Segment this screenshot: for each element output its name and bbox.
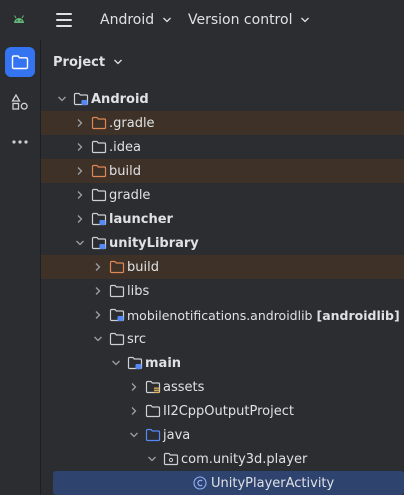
tool-window-strip [0,40,41,495]
tree-item-build[interactable]: build [41,159,404,183]
version-control-label: Version control [188,12,293,28]
tree-item-label: UnityPlayerActivity [211,475,335,491]
tree-item-assets[interactable]: assets [41,375,404,399]
tree-item-label: .idea [109,139,141,155]
module-folder-icon [91,236,107,250]
tree-item-package[interactable]: com.unity3d.player [41,447,404,471]
module-folder-icon [127,356,143,370]
chevron-right-icon[interactable] [75,142,85,152]
more-icon [12,140,28,144]
tree-item-label: unityLibrary [109,235,199,251]
tree-item-label: Android [91,91,149,107]
tree-item-gradle-cache[interactable]: .gradle [41,111,404,135]
tree-item-label: java [163,427,191,443]
folder-icon [109,332,125,346]
chevron-down-icon [301,17,310,23]
chevron-down-icon[interactable] [147,454,157,464]
panel-title: Project [53,54,106,70]
tree-item-main[interactable]: main [41,351,404,375]
more-tools-button[interactable] [5,127,35,157]
chevron-down-icon[interactable] [75,238,85,248]
project-selector-label: Android [100,12,155,28]
chevron-right-icon[interactable] [129,382,139,392]
tree-item-label: com.unity3d.player [181,451,308,467]
folder-icon [145,404,161,418]
folder-icon [91,188,107,202]
folder-icon [109,284,125,298]
tree-item-libs[interactable]: libs [41,279,404,303]
folder-icon [11,55,29,70]
project-tool-button[interactable] [5,47,35,77]
hamburger-line [56,19,72,21]
ide-window: Android Version control Project Android … [0,0,404,495]
chevron-down-icon[interactable] [111,358,121,368]
module-folder-icon [91,212,107,226]
android-logo-icon [14,15,24,23]
tree-item-il2cppoutputproject[interactable]: Il2CppOutputProject [41,399,404,423]
version-control-button[interactable]: Version control [188,10,310,30]
tree-item-launcher[interactable]: launcher [41,207,404,231]
class-icon [193,476,207,490]
tree-item-android[interactable]: Android [41,87,404,111]
tree-item-label: gradle [109,187,151,203]
chevron-down-icon[interactable] [129,430,139,440]
excluded-folder-icon [109,260,125,274]
tree-item-label: libs [127,283,150,299]
chevron-down-icon [114,59,123,65]
chevron-down-icon[interactable] [57,94,67,104]
excluded-folder-icon [91,116,107,130]
structure-tool-button[interactable] [5,87,35,117]
chevron-right-icon[interactable] [75,118,85,128]
chevron-right-icon[interactable] [93,310,103,320]
chevron-right-icon[interactable] [75,190,85,200]
source-folder-icon [145,428,161,442]
project-panel: Project Android .gradle .idea build grad… [41,40,404,495]
tree-item-label: mobilenotifications.androidlib [127,307,313,323]
tree-item-java[interactable]: java [41,423,404,447]
tree-item-src[interactable]: src [41,327,404,351]
hamburger-line [56,13,72,15]
tree-item-unityplayeractivity[interactable]: UnityPlayerActivity [53,471,404,495]
tree-item-unitylibrary-build[interactable]: build [41,255,404,279]
hamburger-line [56,25,72,27]
module-folder-icon [73,92,89,106]
module-folder-icon [109,308,125,322]
excluded-folder-icon [91,164,107,178]
tree-item-gradle[interactable]: gradle [41,183,404,207]
tree-item-idea[interactable]: .idea [41,135,404,159]
tree-item-label: assets [163,379,205,395]
module-type-suffix: [androidlib] [316,307,400,323]
project-tree: Android .gradle .idea build gradle launc… [41,87,404,495]
tree-item-label: build [127,259,159,275]
package-icon [163,452,179,466]
chevron-right-icon[interactable] [93,262,103,272]
tree-item-mobilenotifications[interactable]: mobilenotifications.androidlib [androidl… [41,303,404,327]
tree-item-label: launcher [109,211,173,227]
shapes-icon [11,93,28,110]
tree-item-label: .gradle [109,115,155,131]
tree-item-label: src [127,331,146,347]
main-menu-button[interactable] [54,10,76,30]
tree-item-label: build [109,163,141,179]
tree-item-label: Il2CppOutputProject [163,403,294,419]
chevron-down-icon[interactable] [93,334,103,344]
chevron-right-icon[interactable] [93,286,103,296]
tree-item-label: main [145,355,182,371]
main-toolbar: Android Version control [0,0,404,40]
folder-icon [91,140,107,154]
chevron-down-icon [163,17,172,23]
chevron-right-icon[interactable] [75,166,85,176]
project-view-selector[interactable]: Project [53,52,123,72]
chevron-right-icon[interactable] [75,214,85,224]
chevron-right-icon[interactable] [129,406,139,416]
project-selector-button[interactable]: Android [100,10,172,30]
resources-folder-icon [145,380,161,394]
tree-item-unitylibrary[interactable]: unityLibrary [41,231,404,255]
